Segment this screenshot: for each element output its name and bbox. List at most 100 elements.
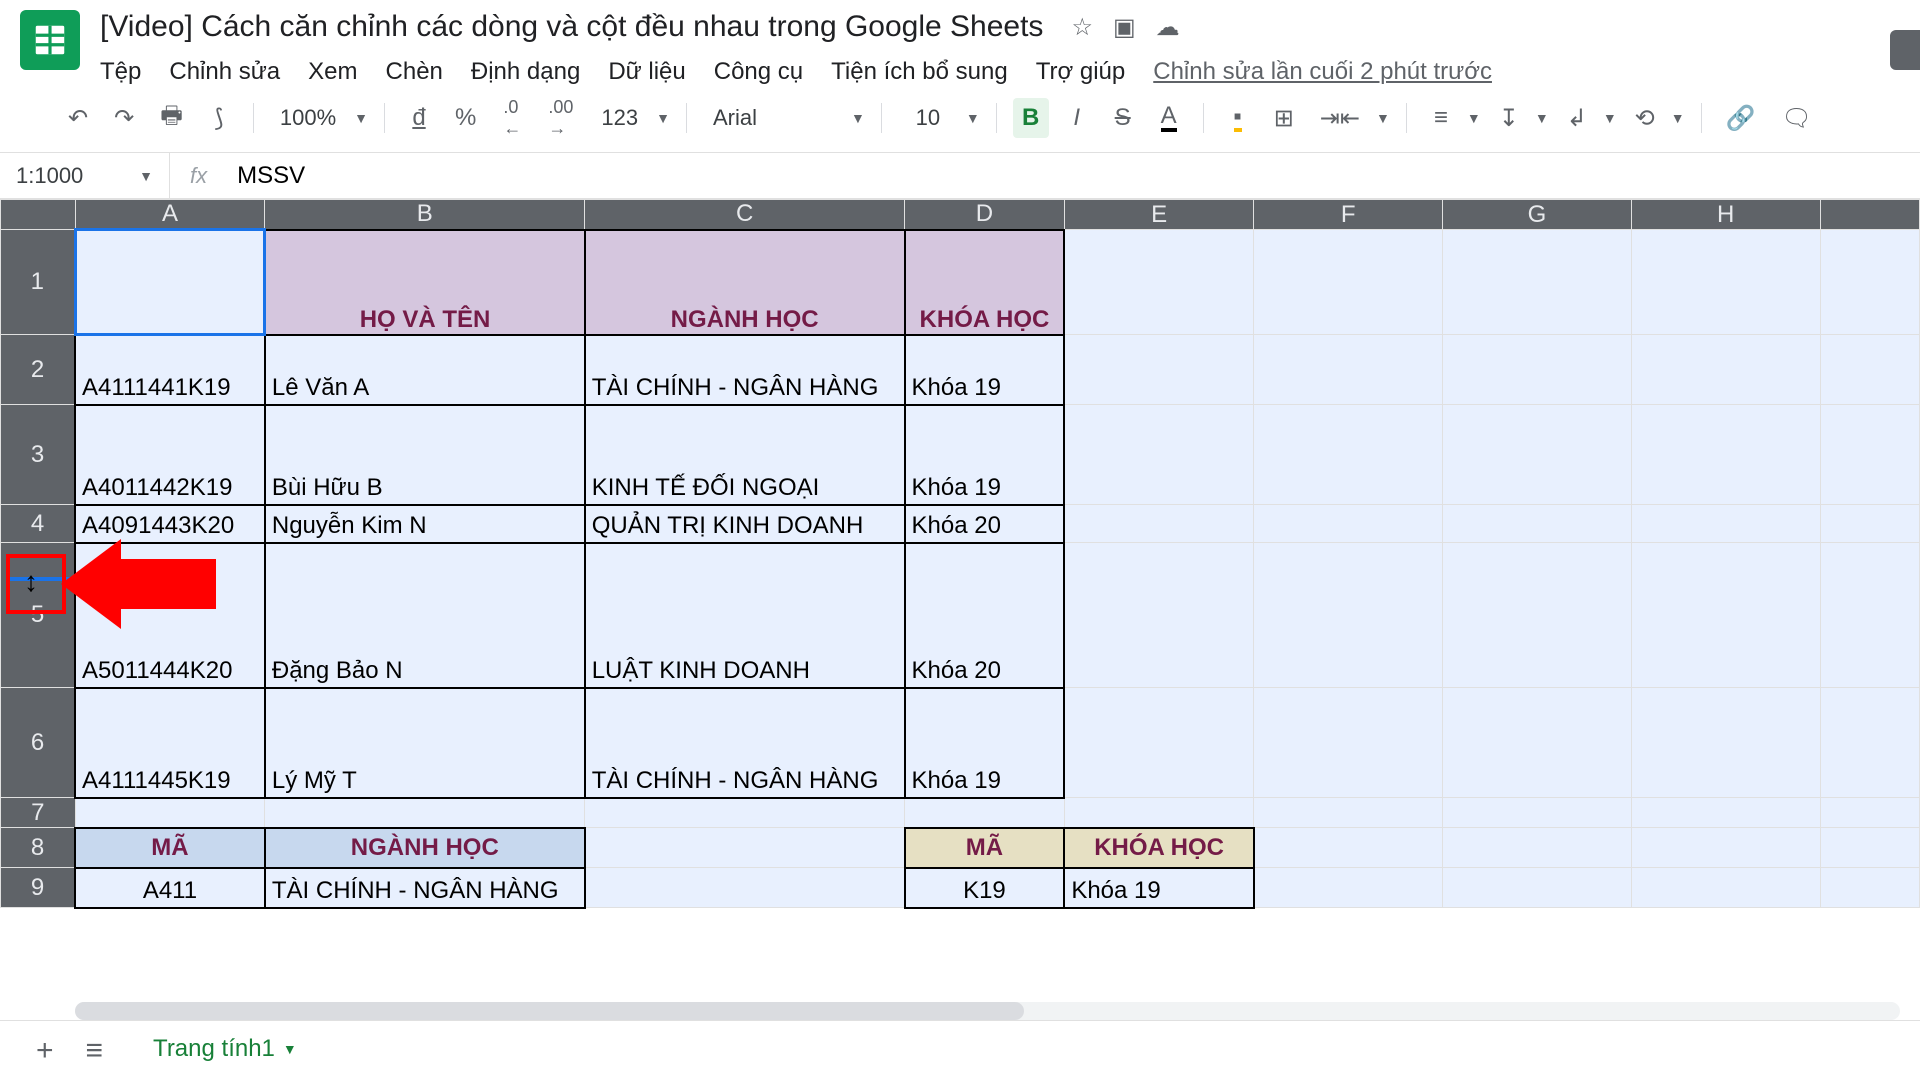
cell-E4[interactable] [1064, 505, 1254, 543]
cell-B1[interactable]: HỌ VÀ TÊN [265, 230, 585, 335]
cell-D5[interactable]: Khóa 20 [905, 543, 1065, 688]
chevron-down-icon[interactable]: ▼ [1467, 110, 1481, 126]
row-header-1[interactable]: 1 [1, 230, 76, 335]
cell-H2[interactable] [1631, 335, 1820, 405]
menu-file[interactable]: Tệp [100, 58, 141, 86]
cell-D2[interactable]: Khóa 19 [905, 335, 1065, 405]
cell-C6[interactable]: TÀI CHÍNH - NGÂN HÀNG [585, 688, 905, 798]
cell-X6[interactable] [1820, 688, 1919, 798]
cell-C5[interactable]: LUẬT KINH DOANH [585, 543, 905, 688]
row-header-8[interactable]: 8 [1, 828, 76, 868]
cell-A3[interactable]: A4011442K19 [75, 405, 265, 505]
col-header-C[interactable]: C [585, 200, 905, 230]
cell-G1[interactable] [1443, 230, 1632, 335]
row-header-6[interactable]: 6 [1, 688, 76, 798]
cell-G3[interactable] [1443, 405, 1632, 505]
fontsize-select[interactable]: 10 [898, 105, 958, 131]
cell-A4[interactable]: A4091443K20 [75, 505, 265, 543]
star-icon[interactable]: ☆ [1071, 13, 1093, 42]
menu-format[interactable]: Định dạng [471, 58, 580, 86]
cell-F5[interactable] [1254, 543, 1443, 688]
cell-H5[interactable] [1631, 543, 1820, 688]
menu-data[interactable]: Dữ liệu [608, 58, 685, 86]
cell-H6[interactable] [1631, 688, 1820, 798]
cell-X2[interactable] [1820, 335, 1919, 405]
currency-button[interactable]: đ [401, 98, 437, 138]
formula-input[interactable] [227, 162, 1920, 190]
cell-B3[interactable]: Bùi Hữu B [265, 405, 585, 505]
cell-G4[interactable] [1443, 505, 1632, 543]
cell-H9[interactable] [1631, 868, 1820, 908]
cell-C7[interactable] [585, 798, 905, 828]
menu-insert[interactable]: Chèn [386, 58, 443, 86]
chevron-down-icon[interactable]: ▼ [1376, 110, 1390, 126]
cell-F2[interactable] [1254, 335, 1443, 405]
borders-icon[interactable]: ⊞ [1266, 98, 1302, 138]
select-all-corner[interactable] [1, 200, 76, 230]
row-header-2[interactable]: 2 [1, 335, 76, 405]
increase-decimal-button[interactable]: .00→ [540, 98, 581, 138]
cell-F1[interactable] [1254, 230, 1443, 335]
cell-E7[interactable] [1064, 798, 1254, 828]
last-edit-link[interactable]: Chỉnh sửa lần cuối 2 phút trước [1153, 58, 1492, 86]
cell-D8[interactable]: MÃ [905, 828, 1065, 868]
halign-icon[interactable]: ≡ [1423, 98, 1459, 138]
cell-A6[interactable]: A4111445K19 [75, 688, 265, 798]
strike-button[interactable]: S [1105, 98, 1141, 138]
horizontal-scrollbar[interactable] [75, 1002, 1900, 1020]
rotate-icon[interactable]: ⟲ [1627, 98, 1663, 138]
col-header-G[interactable]: G [1443, 200, 1632, 230]
cell-C8[interactable] [585, 828, 905, 868]
cell-D3[interactable]: Khóa 19 [905, 405, 1065, 505]
cell-C4[interactable]: QUẢN TRỊ KINH DOANH [585, 505, 905, 543]
menu-addons[interactable]: Tiện ích bổ sung [831, 58, 1008, 86]
cell-C1[interactable]: NGÀNH HỌC [585, 230, 905, 335]
cell-X1[interactable] [1820, 230, 1919, 335]
row-header-4[interactable]: 4 [1, 505, 76, 543]
col-header-A[interactable]: A [75, 200, 265, 230]
cell-D1[interactable]: KHÓA HỌC [905, 230, 1065, 335]
sheets-logo[interactable] [20, 10, 80, 70]
cell-A7[interactable] [75, 798, 265, 828]
chevron-down-icon[interactable]: ▼ [1603, 110, 1617, 126]
paint-format-icon[interactable]: ⟆ [201, 98, 237, 138]
row-header-3[interactable]: 3 [1, 405, 76, 505]
cell-C2[interactable]: TÀI CHÍNH - NGÂN HÀNG [585, 335, 905, 405]
cell-D4[interactable]: Khóa 20 [905, 505, 1065, 543]
decrease-decimal-button[interactable]: .0← [494, 98, 530, 138]
cell-X9[interactable] [1820, 868, 1919, 908]
cell-B5[interactable]: Đặng Bảo N [265, 543, 585, 688]
fill-color-button[interactable]: 🞍 [1234, 104, 1242, 132]
spreadsheet-grid[interactable]: ABCDEFGH1HỌ VÀ TÊNNGÀNH HỌCKHÓA HỌC2A411… [0, 199, 1920, 909]
bold-button[interactable]: B [1013, 98, 1049, 138]
print-icon[interactable]: 🖶 [152, 98, 191, 138]
chevron-down-icon[interactable]: ▼ [283, 1041, 297, 1057]
cell-E1[interactable] [1064, 230, 1254, 335]
cell-X8[interactable] [1820, 828, 1919, 868]
font-select[interactable]: Arial [703, 105, 843, 131]
scrollbar-thumb[interactable] [75, 1002, 1024, 1020]
cell-F3[interactable] [1254, 405, 1443, 505]
cloud-icon[interactable]: ☁ [1156, 13, 1180, 42]
percent-button[interactable]: % [447, 98, 484, 138]
cell-F4[interactable] [1254, 505, 1443, 543]
menu-view[interactable]: Xem [308, 58, 357, 86]
cell-B2[interactable]: Lê Văn A [265, 335, 585, 405]
italic-button[interactable]: I [1059, 98, 1095, 138]
cell-F6[interactable] [1254, 688, 1443, 798]
cell-A9[interactable]: A411 [75, 868, 265, 908]
col-header-B[interactable]: B [265, 200, 585, 230]
menu-edit[interactable]: Chỉnh sửa [169, 58, 280, 86]
number-format-select[interactable]: 123 [591, 105, 648, 131]
cell-X7[interactable] [1820, 798, 1919, 828]
cell-B4[interactable]: Nguyễn Kim N [265, 505, 585, 543]
cell-B7[interactable] [265, 798, 585, 828]
col-header-H[interactable]: H [1631, 200, 1820, 230]
cell-G5[interactable] [1443, 543, 1632, 688]
redo-icon[interactable]: ↷ [106, 98, 142, 138]
cell-H8[interactable] [1631, 828, 1820, 868]
cell-G6[interactable] [1443, 688, 1632, 798]
cell-C3[interactable]: KINH TẾ ĐỐI NGOẠI [585, 405, 905, 505]
cell-B9[interactable]: TÀI CHÍNH - NGÂN HÀNG [265, 868, 585, 908]
zoom-select[interactable]: 100% [270, 105, 346, 131]
